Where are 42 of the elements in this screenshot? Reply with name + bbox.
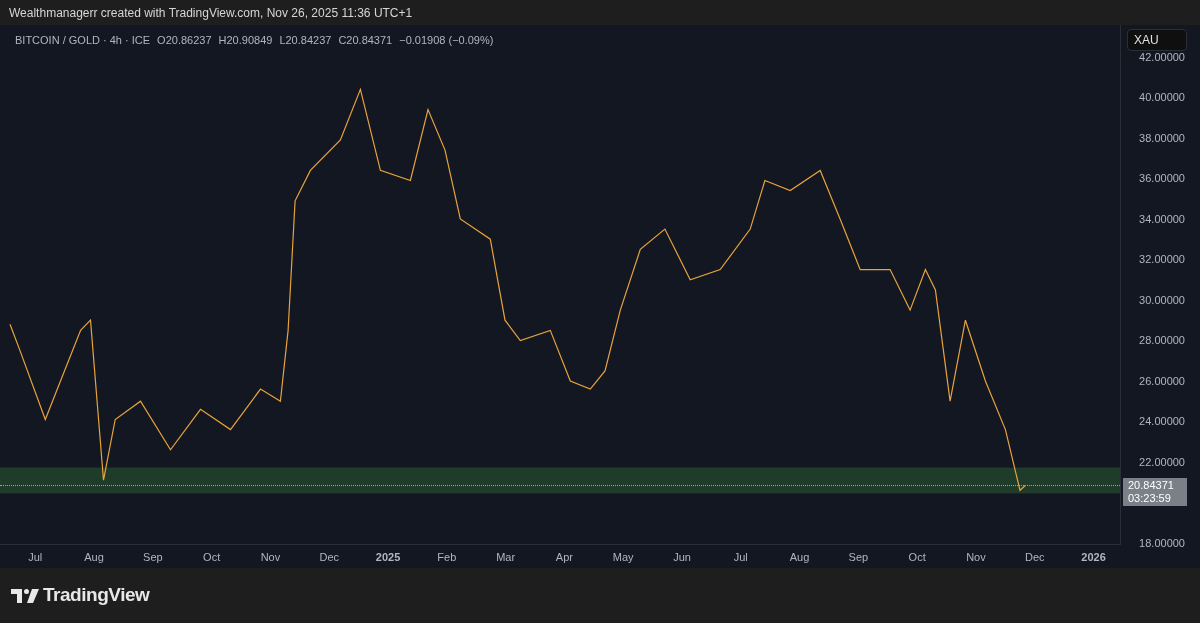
price-tick: 42.00000 (1139, 51, 1185, 63)
price-tick: 28.00000 (1139, 334, 1185, 347)
date-tick: Dec (319, 551, 340, 563)
price-tick: 26.00000 (1139, 375, 1185, 387)
price-tick: 38.00000 (1139, 132, 1185, 144)
date-tick: Nov (260, 551, 281, 563)
price-tick: 32.00000 (1139, 253, 1185, 266)
date-tick: May (612, 551, 634, 563)
price-tick: 40.00000 (1139, 91, 1185, 104)
currency-badge[interactable]: XAU (1127, 29, 1187, 51)
date-tick: Nov (966, 551, 986, 563)
date-tick: Dec (1025, 551, 1045, 563)
date-tick: Jun (673, 551, 691, 563)
symbol-title: BITCOIN / GOLD · 4h · ICE (15, 33, 151, 48)
logo-text: TradingView (43, 583, 150, 608)
date-tick: Jul (733, 551, 748, 563)
date-tick: Oct (908, 551, 926, 563)
date-tick: Aug (789, 551, 810, 563)
open-value: O20.86237 (157, 33, 212, 48)
date-tick: Mar (496, 551, 516, 563)
date-tick: Oct (203, 551, 221, 563)
price-tick: 30.00000 (1139, 294, 1185, 306)
date-tick: Sep (143, 551, 163, 563)
high-value: H20.90849 (218, 33, 273, 48)
chart-caption: Wealthmanagerr created with TradingView.com, Nov 26, 2025 11:36 UTC+1 (9, 4, 413, 22)
price-label: 20.84371 03:23:59 (1123, 478, 1187, 507)
price-tick: 34.00000 (1139, 213, 1185, 225)
price-tick: 18.00000 (1139, 537, 1185, 549)
price-tick: 36.00000 (1139, 172, 1185, 185)
date-tick: Feb (437, 551, 457, 563)
date-tick: Apr (555, 551, 573, 563)
close-value: C20.84371 (338, 33, 393, 48)
change-value: −0.01908 (−0.09%) (399, 33, 494, 48)
low-value: L20.84237 (279, 33, 332, 48)
date-tick: 2025 (375, 551, 401, 563)
price-tick: 24.00000 (1139, 415, 1185, 428)
date-tick: Sep (848, 551, 869, 563)
date-tick: 2026 (1081, 551, 1106, 563)
date-tick: Jul (28, 551, 43, 563)
logo-icon (11, 588, 39, 603)
price-tick: 22.00000 (1139, 456, 1185, 468)
date-tick: Aug (84, 551, 104, 563)
